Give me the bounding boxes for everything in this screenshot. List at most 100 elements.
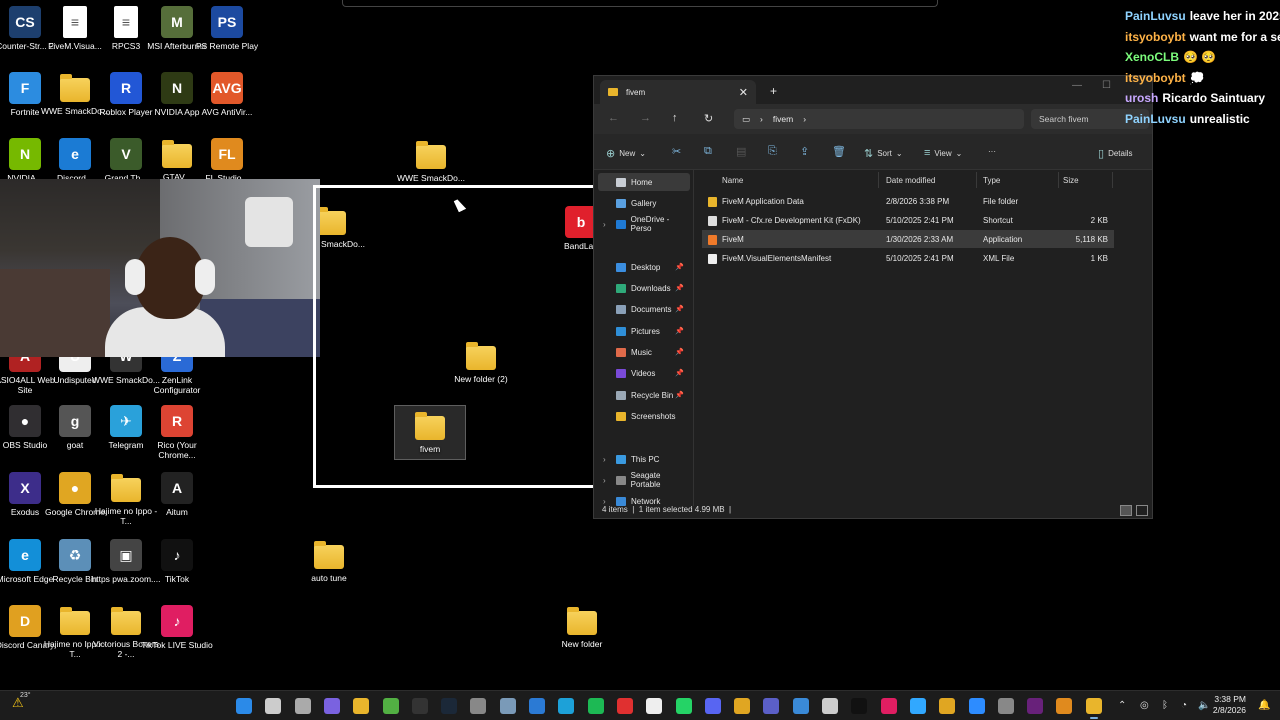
minimize-icon[interactable]: — [1072,80,1082,91]
new-tab-icon[interactable]: + [770,84,777,98]
chevron-up-icon[interactable]: ⌃ [1118,700,1126,711]
maximize-icon[interactable]: ☐ [1102,80,1111,91]
taskbar-app-icon[interactable] [675,698,692,714]
column-size[interactable]: Size [1063,176,1079,185]
nav-item[interactable]: Screenshots [598,407,690,425]
taskbar-app-icon[interactable] [529,698,545,714]
view-button[interactable]: ≡ View ⌄ [924,147,962,159]
taskbar-app-icon[interactable] [646,698,663,714]
nav-item[interactable]: Home [598,173,690,191]
taskbar-app-icon[interactable] [616,698,633,714]
taskbar-app-icon[interactable] [997,698,1014,714]
rename-icon[interactable]: ⎘ [768,145,777,158]
column-divider[interactable] [976,172,977,188]
taskbar-app-icon[interactable] [265,698,282,714]
taskbar-app-icon[interactable] [411,698,428,714]
tiles-view-icon[interactable] [1136,505,1148,516]
refresh-icon[interactable]: ↻ [704,112,713,125]
desktop-icon[interactable]: R Rico (Your Chrome... [141,405,213,460]
desktop-icon[interactable]: PS PS Remote Play [191,6,263,51]
details-button[interactable]: ▯ Details [1098,147,1133,160]
clock[interactable]: 3:38 PM 2/8/2026 [1213,694,1246,716]
taskbar-app-icon[interactable] [939,698,956,714]
desktop-icon[interactable]: New folder [546,605,618,649]
explorer-tab[interactable]: fivem ✕ [600,80,756,104]
taskbar-app-icon[interactable] [822,698,838,714]
file-row[interactable]: FiveM - Cfx.re Development Kit (FxDK) 5/1… [702,211,1114,229]
address-bar[interactable]: ▭ › fivem › [734,109,1024,129]
sort-button[interactable]: ⇅ Sort ⌄ [864,147,903,160]
delete-icon[interactable]: 🗑 [832,145,846,158]
nav-item[interactable]: › This PC [598,450,690,468]
taskbar-app-icon[interactable] [1056,698,1073,714]
volume-icon[interactable]: 🔈 [1198,700,1210,711]
nav-item[interactable]: › Seagate Portable [598,471,690,489]
forward-icon[interactable]: → [640,112,651,124]
taskbar-app-icon[interactable] [382,698,399,714]
file-row[interactable]: FiveM.VisualElementsManifest 5/10/2025 2:… [702,249,1114,267]
nav-item[interactable]: Music 📌 [598,343,690,361]
paste-icon[interactable]: ▤ [736,145,746,158]
bluetooth-icon[interactable]: ᛒ [1162,700,1168,711]
taskbar-app-icon[interactable] [587,698,604,714]
taskbar-app-icon[interactable] [323,698,340,714]
nav-item[interactable]: Desktop 📌 [598,258,690,276]
column-name[interactable]: Name [722,176,743,185]
taskbar-app-icon[interactable] [499,698,516,714]
close-tab-icon[interactable]: ✕ [739,86,748,99]
taskbar-app-icon[interactable] [968,698,985,714]
details-view-icon[interactable] [1120,505,1132,516]
notification-bell-icon[interactable]: 🔔 [1258,700,1270,711]
column-divider[interactable] [878,172,879,188]
taskbar-app-icon[interactable] [470,698,487,714]
nav-item[interactable]: Recycle Bin 📌 [598,386,690,404]
file-row[interactable]: FiveM 1/30/2026 2:33 AM Application 5,118 K… [702,230,1114,248]
taskbar-app-icon[interactable] [704,698,721,714]
desktop-icon[interactable]: ♪ TikTok LIVE Studio [141,605,213,650]
nav-item[interactable]: Documents 📌 [598,300,690,318]
taskbar-app-icon[interactable] [792,698,809,714]
taskbar-app-icon[interactable] [763,698,780,714]
wifi-icon[interactable]: ◔ [1181,700,1187,711]
nav-item[interactable]: Gallery [598,194,690,212]
desktop-icon[interactable]: A Aitum [141,472,213,517]
taskbar-app-icon[interactable] [294,698,311,714]
column-date[interactable]: Date modified [886,176,935,185]
column-divider[interactable] [1112,172,1113,188]
back-icon[interactable]: ← [608,112,619,124]
file-explorer-window[interactable]: fivem ✕ + — ☐ ← → ↑ ↻ ▭ › fivem › Search… [593,75,1153,519]
taskbar-app-icon[interactable] [851,698,868,714]
chevron-right-icon[interactable]: › [603,220,606,229]
desktop-icon[interactable]: auto tune [293,539,365,583]
tray-app-icon[interactable]: ◎ [1140,700,1149,711]
desktop-icon[interactable]: FL FL Studio... [191,138,263,183]
desktop-icon[interactable]: WWE SmackDo... [395,139,467,183]
column-type[interactable]: Type [983,176,1000,185]
taskbar-app-icon[interactable] [558,698,575,714]
taskbar-app-icon[interactable] [880,698,897,714]
taskbar-app-icon[interactable] [236,698,252,714]
file-row[interactable]: FiveM Application Data 2/8/2026 3:38 PM Fi… [702,192,1114,210]
taskbar-app-icon[interactable] [441,698,458,714]
nav-item[interactable]: Videos 📌 [598,364,690,382]
desktop-icon[interactable]: AVG AVG AntiVir... [191,72,263,117]
nav-item[interactable]: › OneDrive - Perso [598,215,690,233]
taskbar-app-icon[interactable] [909,698,926,714]
copy-icon[interactable]: ⧉ [704,145,712,158]
nav-item[interactable]: Pictures 📌 [598,322,690,340]
taskbar-app-icon[interactable] [1027,698,1044,714]
share-icon[interactable]: ⇪ [800,145,809,158]
more-options-button[interactable]: ··· [988,147,996,156]
cut-icon[interactable]: ✂ [672,145,681,158]
chevron-right-icon[interactable]: › [603,455,606,464]
column-divider[interactable] [1058,172,1059,188]
desktop-icon[interactable]: ♪ TikTok [141,539,213,584]
new-button[interactable]: ⊕ New ⌄ [606,147,646,160]
taskbar-app-icon[interactable] [353,698,370,714]
chevron-right-icon[interactable]: › [603,476,606,485]
taskbar-app-icon[interactable] [1085,698,1102,719]
explorer-titlebar[interactable]: fivem ✕ + — ☐ [594,76,1152,104]
nav-item[interactable]: Downloads 📌 [598,279,690,297]
breadcrumb[interactable]: fivem [773,114,793,124]
up-icon[interactable]: ↑ [672,112,678,124]
